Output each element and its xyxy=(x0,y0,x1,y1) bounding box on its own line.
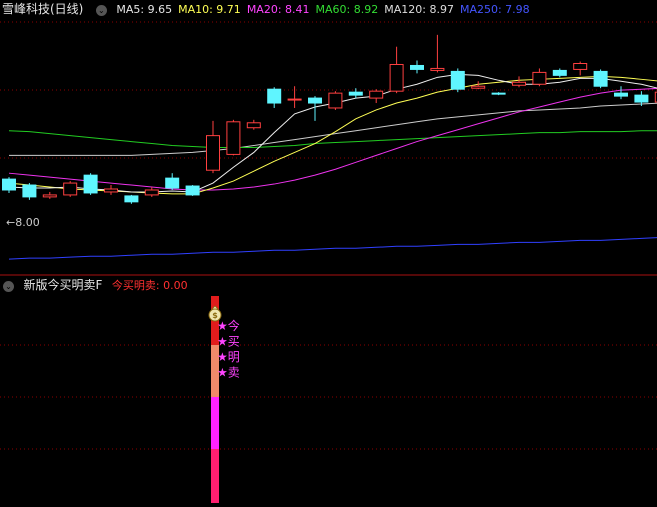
candle-body xyxy=(614,92,628,97)
ma250-line xyxy=(8,237,657,260)
candle xyxy=(165,173,180,190)
star-icon: ★ xyxy=(217,335,228,349)
candle xyxy=(206,120,220,174)
ma-legend-item: MA250: 7.98 xyxy=(459,3,530,16)
ma-legend-item: MA5: 9.65 xyxy=(116,3,173,16)
ma-legend-item: MA10: 9.71 xyxy=(178,3,241,16)
candle xyxy=(185,185,200,196)
candle xyxy=(532,68,547,87)
candle xyxy=(287,86,302,108)
candle xyxy=(22,183,37,200)
ma-legend-item: MA120: 8.97 xyxy=(384,3,454,16)
chart-canvas[interactable]: ←8.00 $★今★买★明★卖 xyxy=(0,0,657,507)
candle-body xyxy=(165,177,180,189)
candle-body xyxy=(226,121,241,155)
star-badge-0: ★今 xyxy=(217,318,240,333)
candle-body xyxy=(2,178,16,191)
badge-char: 卖 xyxy=(228,366,240,380)
main-chart-header: 雪峰科技(日线) ⌄ MA5: 9.65 MA10: 9.71 MA20: 8.41… xyxy=(0,0,542,18)
candle-body xyxy=(389,63,404,92)
candle xyxy=(573,61,588,76)
indicator-panel: $★今★买★明★卖 xyxy=(208,296,240,503)
candle xyxy=(430,34,445,73)
candle xyxy=(2,177,16,193)
candle-body xyxy=(634,94,649,103)
candle-body xyxy=(63,182,78,196)
candle xyxy=(491,92,506,96)
indicator-title: 新版今买明卖F xyxy=(23,278,103,292)
candle-body xyxy=(185,185,200,196)
candle-body xyxy=(287,98,302,101)
price-marker-label: ←8.00 xyxy=(6,216,40,229)
candle-body xyxy=(83,174,98,194)
candle xyxy=(450,68,465,93)
candle xyxy=(614,86,628,100)
candle-body xyxy=(267,88,282,104)
candle-body xyxy=(430,67,445,71)
badge-char: 买 xyxy=(228,335,240,349)
candle xyxy=(267,87,282,108)
candle-body xyxy=(450,70,465,90)
collapse-icon[interactable]: ⌄ xyxy=(3,280,14,292)
candle xyxy=(389,46,404,94)
badge-char: 明 xyxy=(228,350,240,364)
candle xyxy=(512,76,526,88)
candle xyxy=(328,91,343,110)
candle-body xyxy=(144,189,159,196)
candle-body xyxy=(22,184,37,198)
stock-title: 雪峰科技(日线) xyxy=(2,2,84,16)
indicator-value: 今买明卖: 0.00 xyxy=(111,279,188,292)
candle xyxy=(369,89,384,104)
grid-lines xyxy=(0,21,657,450)
candle xyxy=(246,119,261,130)
indicator-bar-segment xyxy=(211,397,219,449)
star-badge-1: ★买 xyxy=(217,335,240,349)
candle-body xyxy=(104,188,118,193)
candle-body xyxy=(471,85,486,89)
candle xyxy=(63,181,78,197)
candle-body xyxy=(308,97,322,104)
star-icon: ★ xyxy=(217,319,228,333)
indicator-header: ⌄ 新版今买明卖F 今买明卖: 0.00 xyxy=(0,276,194,294)
star-badge-2: ★明 xyxy=(217,350,240,364)
candle xyxy=(410,60,424,74)
candle xyxy=(83,173,98,195)
candle-body xyxy=(532,71,547,85)
price-marker: ←8.00 xyxy=(6,216,40,229)
candle-body xyxy=(512,81,526,86)
candle-body xyxy=(246,122,261,129)
candlesticks xyxy=(2,34,657,204)
candle-body xyxy=(593,70,608,87)
ma-legend-item: MA20: 8.41 xyxy=(246,3,310,16)
candle-body xyxy=(348,91,363,96)
candle-body xyxy=(328,92,343,109)
star-icon: ★ xyxy=(217,350,228,364)
collapse-icon[interactable]: ⌄ xyxy=(95,4,107,16)
candle-body xyxy=(42,194,57,198)
candle-body xyxy=(410,64,424,70)
candle xyxy=(593,69,608,89)
candle xyxy=(124,194,139,204)
candle-body xyxy=(369,90,384,99)
candle-body xyxy=(573,63,588,70)
candle xyxy=(226,119,241,156)
candle xyxy=(104,185,118,195)
ma-legend: MA5: 9.65 MA10: 9.71 MA20: 8.41 MA60: 8.92 M… xyxy=(116,3,535,16)
star-icon: ★ xyxy=(217,366,228,380)
candle-body xyxy=(124,195,139,203)
candle xyxy=(42,191,57,199)
candle-body xyxy=(552,69,567,76)
candle xyxy=(144,187,159,197)
candle-body xyxy=(206,135,220,171)
candle xyxy=(552,68,567,78)
candle-body xyxy=(491,92,506,95)
ma-legend-item: MA60: 8.92 xyxy=(315,3,379,16)
ma120-line xyxy=(9,102,657,156)
star-badge-3: ★卖 xyxy=(217,366,240,380)
indicator-bar-segment xyxy=(211,449,219,503)
badge-char: 今 xyxy=(228,318,240,333)
